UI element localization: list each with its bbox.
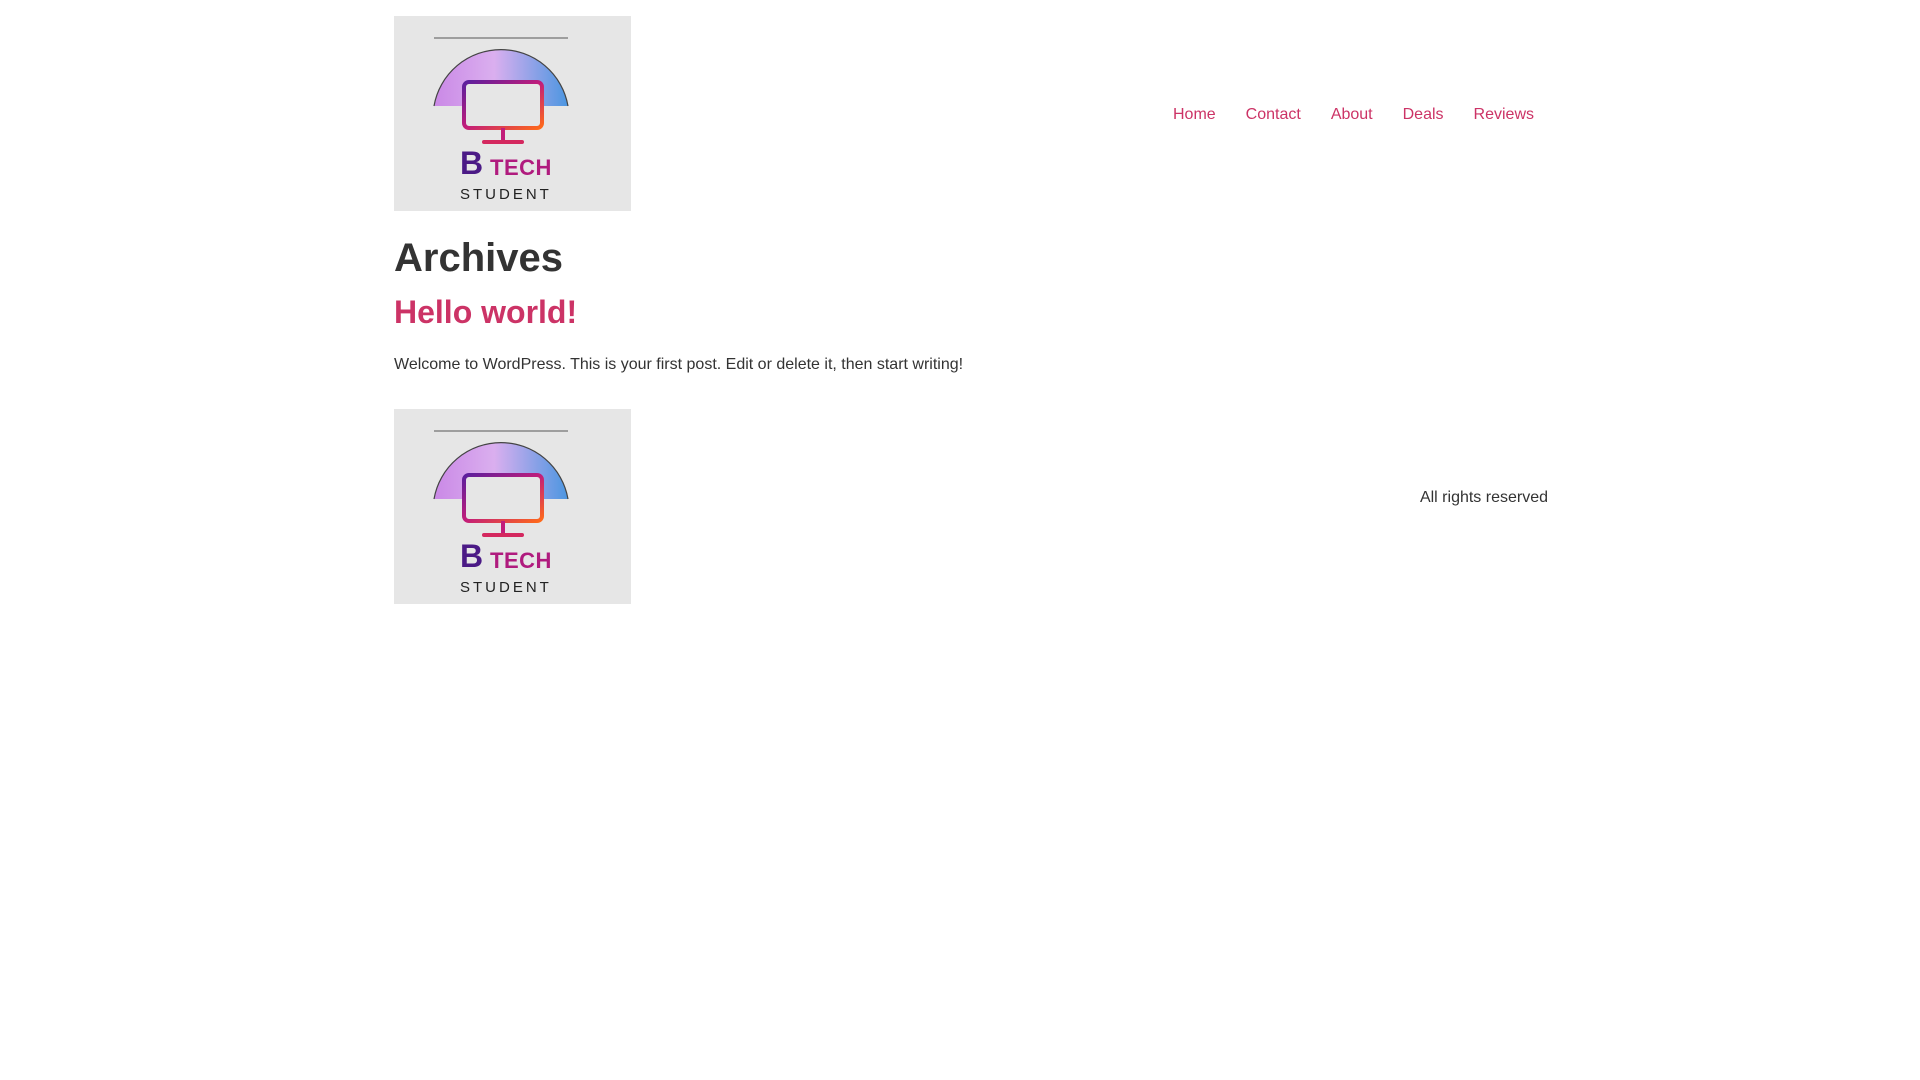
monitor-dome-logo-icon — [433, 430, 569, 537]
post-title-link[interactable]: Hello world! — [394, 294, 577, 330]
site-main: Archives Hello world! Welcome to WordPre… — [394, 234, 1548, 376]
logo-letter: B — [460, 538, 484, 574]
monitor-dome-logo-icon — [433, 37, 569, 144]
post-excerpt: Welcome to WordPress. This is your first… — [394, 356, 964, 373]
logo-subtitle: STUDENT — [460, 579, 552, 596]
post-title: Hello world! — [394, 292, 1548, 332]
site-logo-link[interactable]: B TECH STUDENT — [394, 16, 631, 211]
nav-link-about[interactable]: About — [1316, 105, 1388, 125]
page-title: Archives — [394, 236, 563, 280]
nav-link-deals[interactable]: Deals — [1388, 105, 1459, 125]
main-navigation: Home Contact About Deals Reviews — [1158, 105, 1534, 125]
page: B TECH STUDENT Home Contact About Deals … — [0, 0, 1920, 1080]
nav-link-home[interactable]: Home — [1158, 105, 1231, 125]
post-entry: Hello world! Welcome to WordPress. This … — [394, 292, 1548, 376]
footer-logo-link[interactable]: B TECH STUDENT — [394, 409, 631, 604]
copyright-text: All rights reserved — [1419, 488, 1548, 506]
logo-subtitle: STUDENT — [460, 186, 552, 203]
logo-word: TECH — [490, 155, 552, 180]
site-header: B TECH STUDENT Home Contact About Deals … — [394, 16, 1548, 211]
site-footer: B TECH STUDENT All rights reserved — [394, 409, 1548, 604]
nav-link-contact[interactable]: Contact — [1231, 105, 1316, 125]
logo-letter: B — [460, 145, 484, 181]
logo-word: TECH — [490, 548, 552, 573]
nav-link-reviews[interactable]: Reviews — [1459, 105, 1534, 125]
